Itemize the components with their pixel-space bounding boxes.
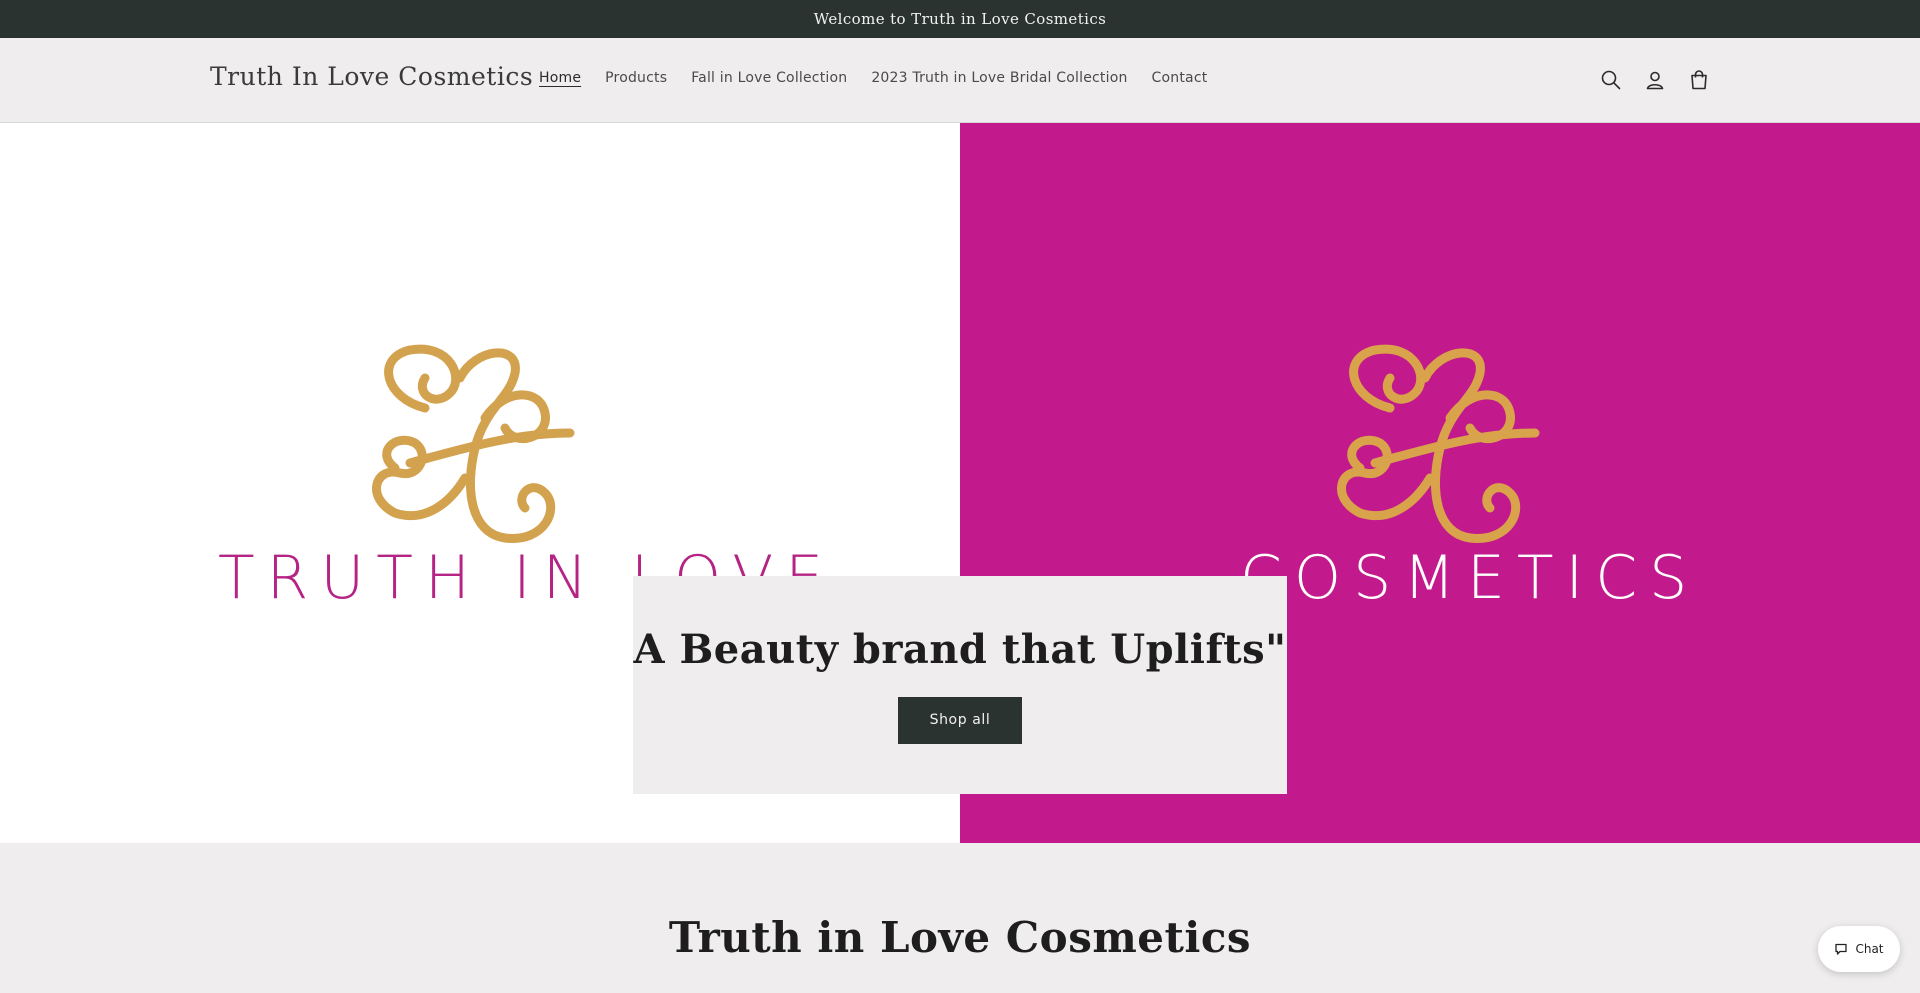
main-nav: Home Products Fall in Love Collection 20…: [539, 70, 1231, 86]
chat-label: Chat: [1855, 942, 1884, 956]
hero-content-card: A Beauty brand that Uplifts" Shop all: [633, 576, 1287, 794]
hero-title: A Beauty brand that Uplifts": [633, 626, 1287, 673]
monogram-logo-icon: [372, 344, 575, 543]
search-icon[interactable]: [1598, 67, 1624, 93]
announcement-text: Welcome to Truth in Love Cosmetics: [813, 10, 1107, 28]
announcement-bar: Welcome to Truth in Love Cosmetics: [0, 0, 1920, 38]
nav-fall-in-love-collection[interactable]: Fall in Love Collection: [691, 70, 847, 86]
hero-banner: TRUTH IN LOVE COSMETICS A Beauty brand t…: [0, 123, 1920, 843]
shop-all-button[interactable]: Shop all: [898, 697, 1022, 744]
nav-bridal-collection[interactable]: 2023 Truth in Love Bridal Collection: [871, 70, 1127, 86]
nav-home[interactable]: Home: [539, 70, 581, 86]
cart-icon[interactable]: [1686, 67, 1712, 93]
wordmark-cosmetics: COSMETICS: [1240, 543, 1700, 613]
about-section: Truth in Love Cosmetics: [0, 843, 1920, 993]
nav-contact[interactable]: Contact: [1152, 70, 1208, 86]
brand-logo-link[interactable]: Truth In Love Cosmetics: [210, 62, 533, 91]
site-header: Truth In Love Cosmetics Home Products Fa…: [0, 38, 1920, 123]
about-title: Truth in Love Cosmetics: [668, 913, 1252, 962]
monogram-logo-icon: [1337, 344, 1540, 543]
chat-button[interactable]: Chat: [1818, 926, 1900, 972]
account-icon[interactable]: [1642, 67, 1668, 93]
nav-products[interactable]: Products: [605, 70, 667, 86]
header-icons: [1598, 67, 1712, 93]
chat-bubble-icon: [1835, 943, 1848, 955]
